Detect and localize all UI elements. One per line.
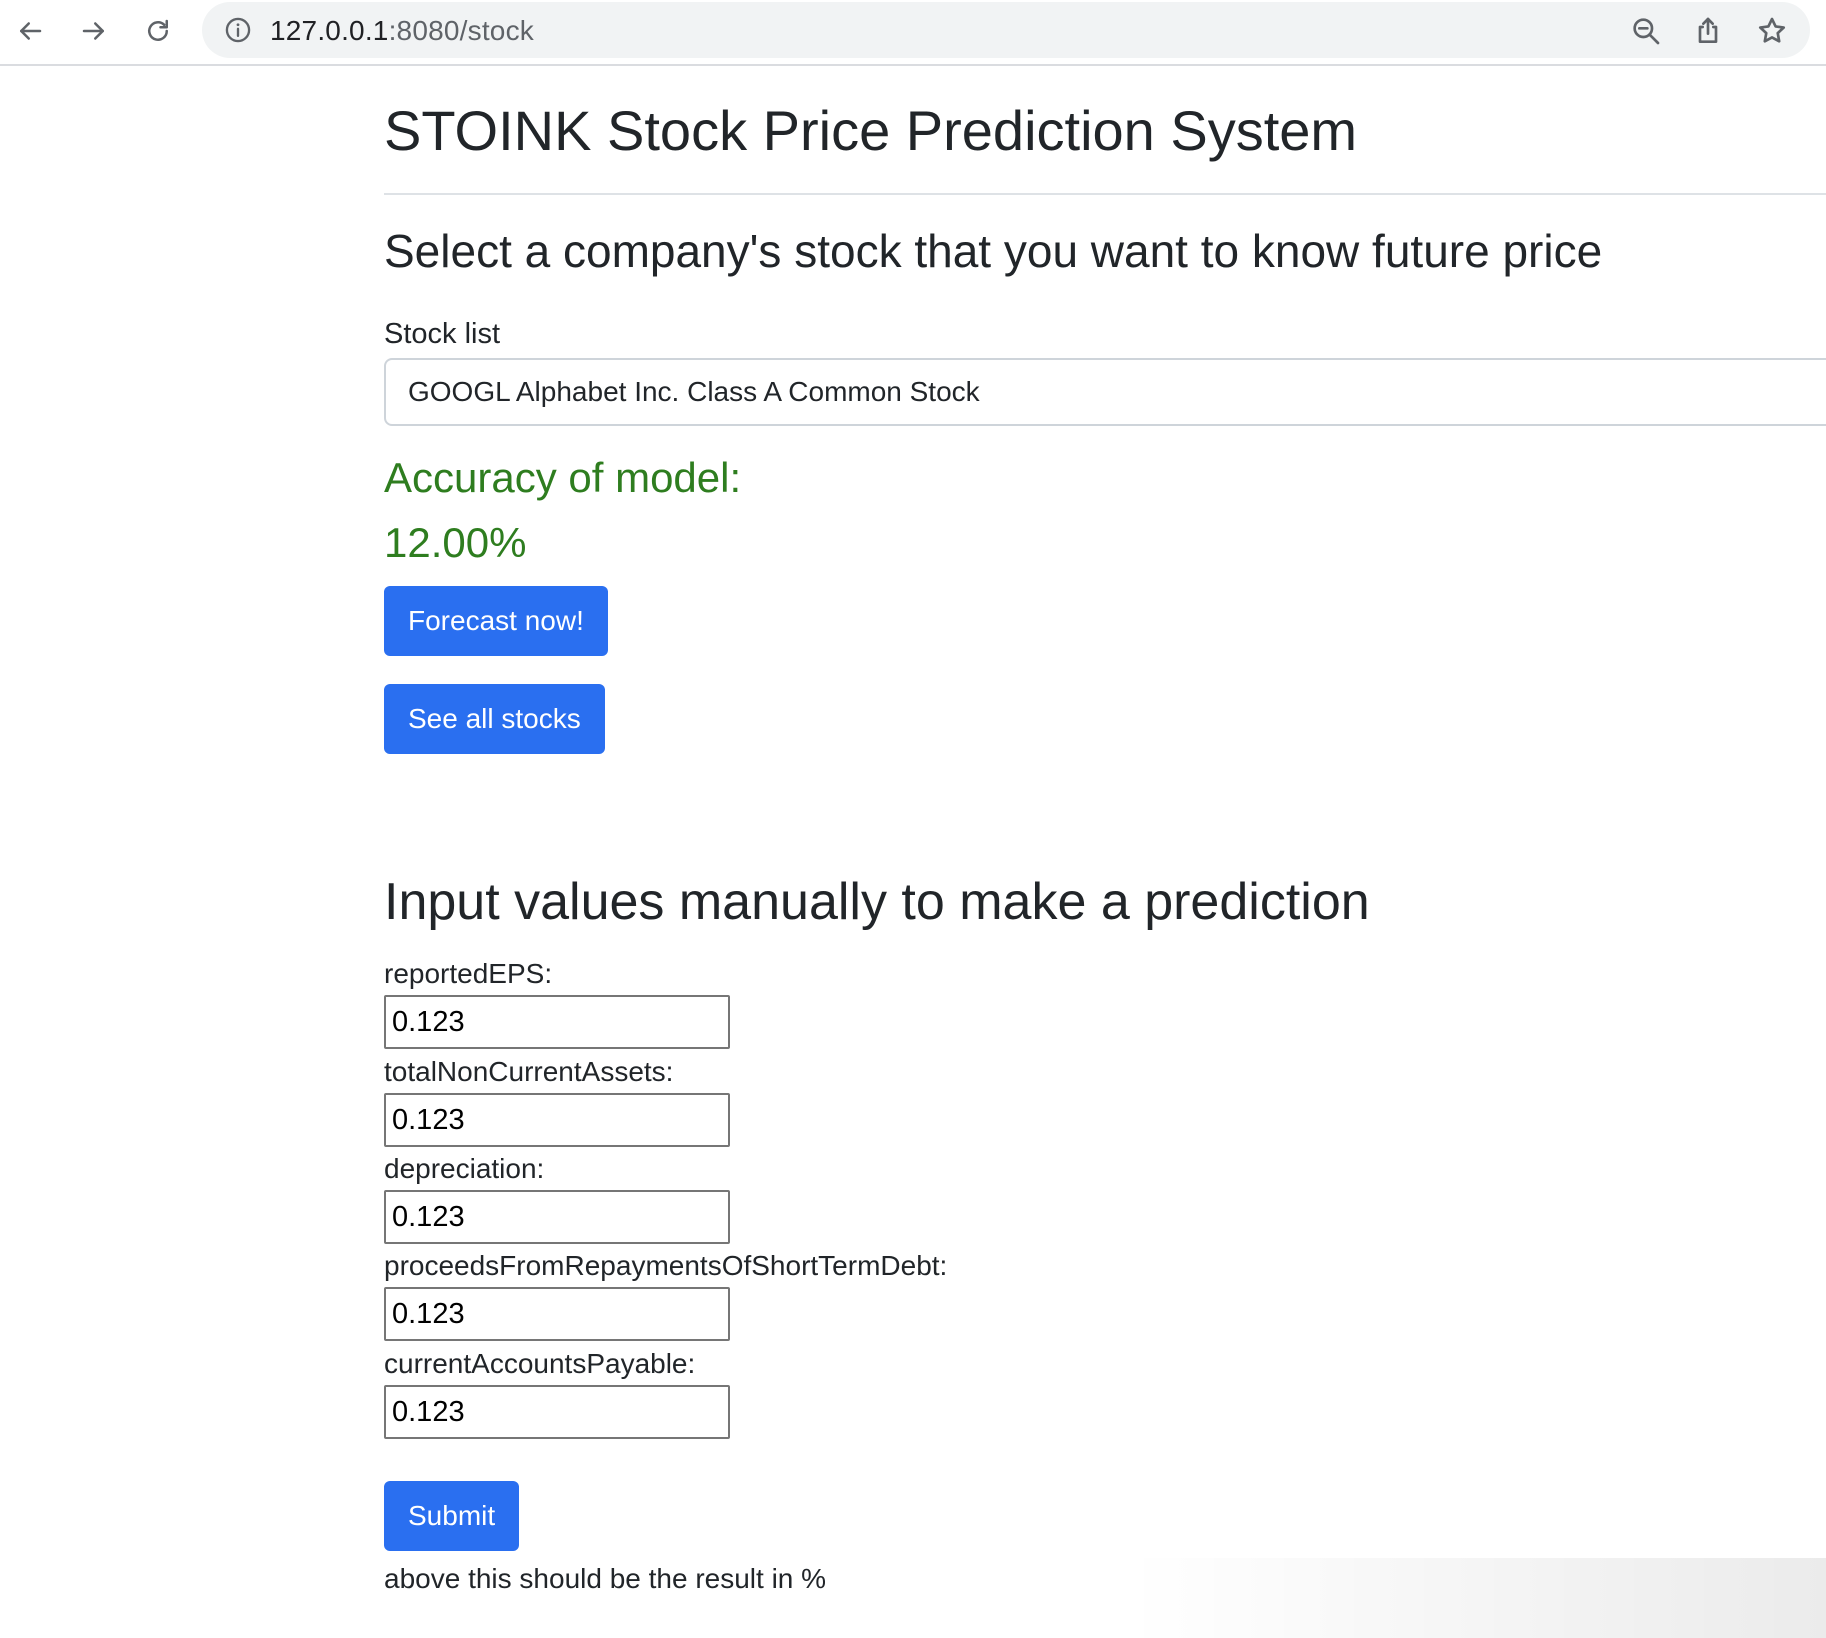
total-non-current-assets-input[interactable]: 0.123 bbox=[384, 1093, 730, 1147]
stock-list-label: Stock list bbox=[384, 318, 501, 350]
current-accounts-payable-input[interactable]: 0.123 bbox=[384, 1385, 730, 1439]
stock-select-value: GOOGL Alphabet Inc. Class A Common Stock bbox=[408, 376, 980, 407]
bottom-shadow bbox=[1126, 1558, 1826, 1638]
url-text[interactable]: 127.0.0.1:8080/stock bbox=[270, 14, 534, 48]
zoom-icon[interactable] bbox=[1630, 15, 1662, 47]
forecast-now-button[interactable]: Forecast now! bbox=[384, 586, 608, 656]
address-bar[interactable]: 127.0.0.1:8080/stock bbox=[202, 2, 1810, 58]
reload-icon[interactable] bbox=[138, 11, 178, 51]
reported-eps-input[interactable]: 0.123 bbox=[384, 995, 730, 1049]
total-non-current-assets-label: totalNonCurrentAssets: bbox=[384, 1056, 674, 1087]
accuracy-value: 12.00% bbox=[384, 519, 527, 566]
submit-button[interactable]: Submit bbox=[384, 1481, 520, 1551]
see-all-stocks-button[interactable]: See all stocks bbox=[384, 684, 605, 754]
browser-toolbar: 127.0.0.1:8080/stock bbox=[0, 0, 1826, 66]
manual-input-heading: Input values manually to make a predicti… bbox=[384, 873, 1370, 931]
url-host: 127.0.0.1 bbox=[270, 15, 389, 46]
stock-select[interactable]: GOOGL Alphabet Inc. Class A Common Stock bbox=[384, 358, 1826, 426]
select-stock-heading: Select a company's stock that you want t… bbox=[384, 225, 1603, 277]
depreciation-input[interactable]: 0.123 bbox=[384, 1190, 730, 1244]
url-path: :8080/stock bbox=[388, 15, 534, 46]
proceeds-short-term-debt-input[interactable]: 0.123 bbox=[384, 1287, 730, 1341]
current-accounts-payable-label: currentAccountsPayable: bbox=[384, 1348, 696, 1379]
reported-eps-label: reportedEPS: bbox=[384, 958, 553, 989]
forward-arrow-icon[interactable] bbox=[74, 11, 114, 51]
bookmark-star-icon[interactable] bbox=[1756, 15, 1788, 47]
title-divider bbox=[384, 193, 1826, 195]
page-title: STOINK Stock Price Prediction System bbox=[384, 99, 1358, 162]
depreciation-label: depreciation: bbox=[384, 1153, 545, 1184]
share-icon[interactable] bbox=[1692, 15, 1724, 47]
back-arrow-icon[interactable] bbox=[10, 11, 50, 51]
result-note: above this should be the result in % bbox=[384, 1563, 827, 1594]
proceeds-short-term-debt-label: proceedsFromRepaymentsOfShortTermDebt: bbox=[384, 1250, 948, 1281]
accuracy-label: Accuracy of model: bbox=[384, 454, 742, 501]
info-icon[interactable] bbox=[224, 16, 252, 44]
